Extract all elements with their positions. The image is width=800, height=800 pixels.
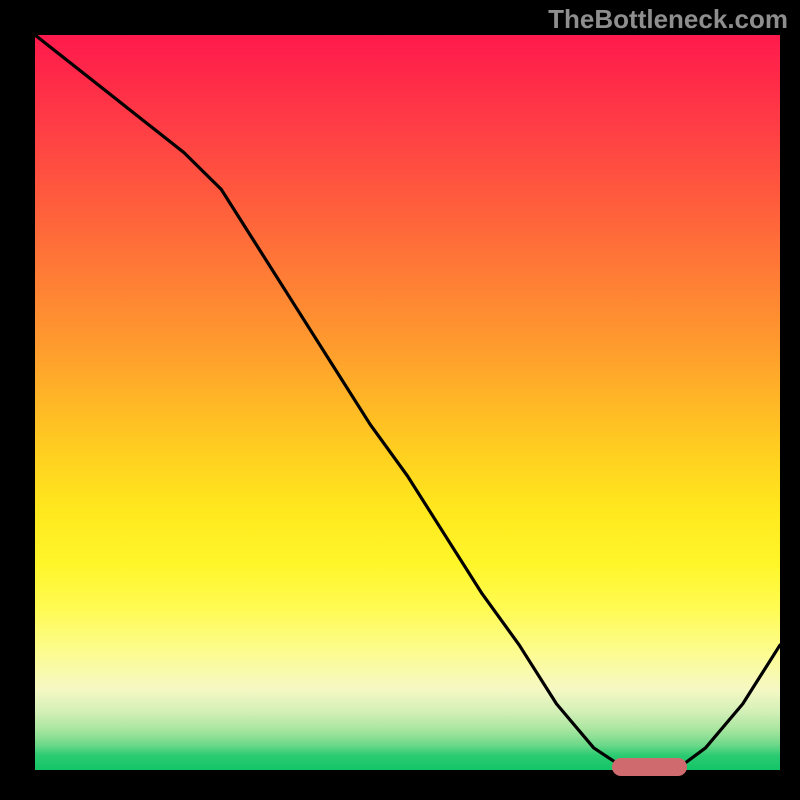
chart-frame: TheBottleneck.com: [0, 0, 800, 800]
curve-path: [35, 35, 780, 770]
optimal-range-marker: [612, 758, 687, 776]
plot-area: [35, 35, 780, 770]
watermark-text: TheBottleneck.com: [548, 4, 788, 35]
bottleneck-curve: [35, 35, 780, 770]
